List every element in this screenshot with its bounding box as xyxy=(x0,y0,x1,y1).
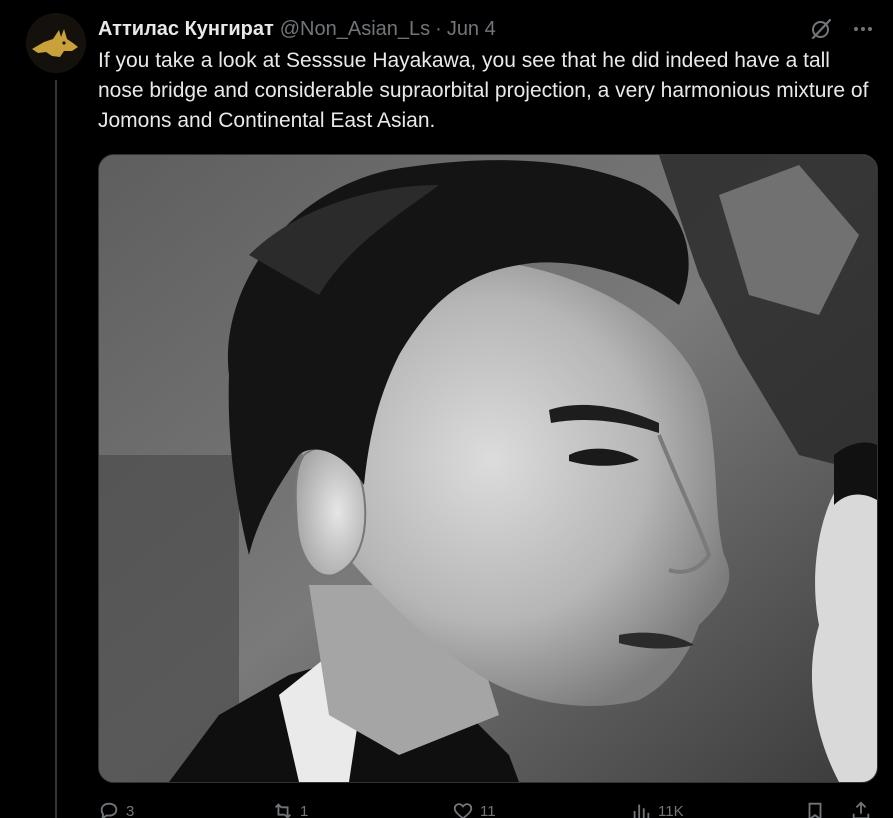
avatar[interactable] xyxy=(26,13,86,73)
views-count: 11K xyxy=(658,802,684,818)
more-icon xyxy=(854,27,872,31)
tweet-text: If you take a look at Sesssue Hayakawa, … xyxy=(98,49,869,132)
like-count: 11 xyxy=(480,802,496,818)
reply-icon xyxy=(100,802,118,818)
photo-image xyxy=(99,155,877,782)
jackal-head-icon xyxy=(26,13,86,73)
reply-button[interactable]: 3 xyxy=(98,800,134,818)
more-button[interactable] xyxy=(848,14,878,44)
repost-icon xyxy=(275,803,291,818)
grok-icon xyxy=(811,18,832,40)
bookmark-button[interactable] xyxy=(804,800,826,818)
header-separator: · xyxy=(435,17,442,40)
grok-button[interactable] xyxy=(806,14,836,44)
share-icon xyxy=(852,801,870,818)
bookmark-icon xyxy=(808,802,822,818)
heart-icon xyxy=(453,803,473,818)
tweet[interactable]: Аттилас Кунгират @Non_Asian_Ls · Jun 4 I… xyxy=(0,0,893,818)
repost-button[interactable]: 1 xyxy=(272,800,308,818)
tweet-actions: 3 1 11 11K xyxy=(98,800,878,818)
repost-count: 1 xyxy=(300,802,309,818)
author-handle[interactable]: @Non_Asian_Ls xyxy=(280,18,430,41)
tweet-header: Аттилас Кунгират @Non_Asian_Ls · Jun 4 xyxy=(98,14,496,44)
tweet-photo[interactable] xyxy=(98,154,878,783)
like-button[interactable]: 11 xyxy=(452,800,496,818)
views-button[interactable]: 11K xyxy=(630,800,684,818)
share-button[interactable] xyxy=(850,800,872,818)
reply-count: 3 xyxy=(126,802,135,818)
author-display-name[interactable]: Аттилас Кунгират xyxy=(98,18,274,41)
tweet-date[interactable]: Jun 4 xyxy=(447,18,496,41)
views-icon xyxy=(633,804,650,818)
thread-line xyxy=(55,80,57,818)
